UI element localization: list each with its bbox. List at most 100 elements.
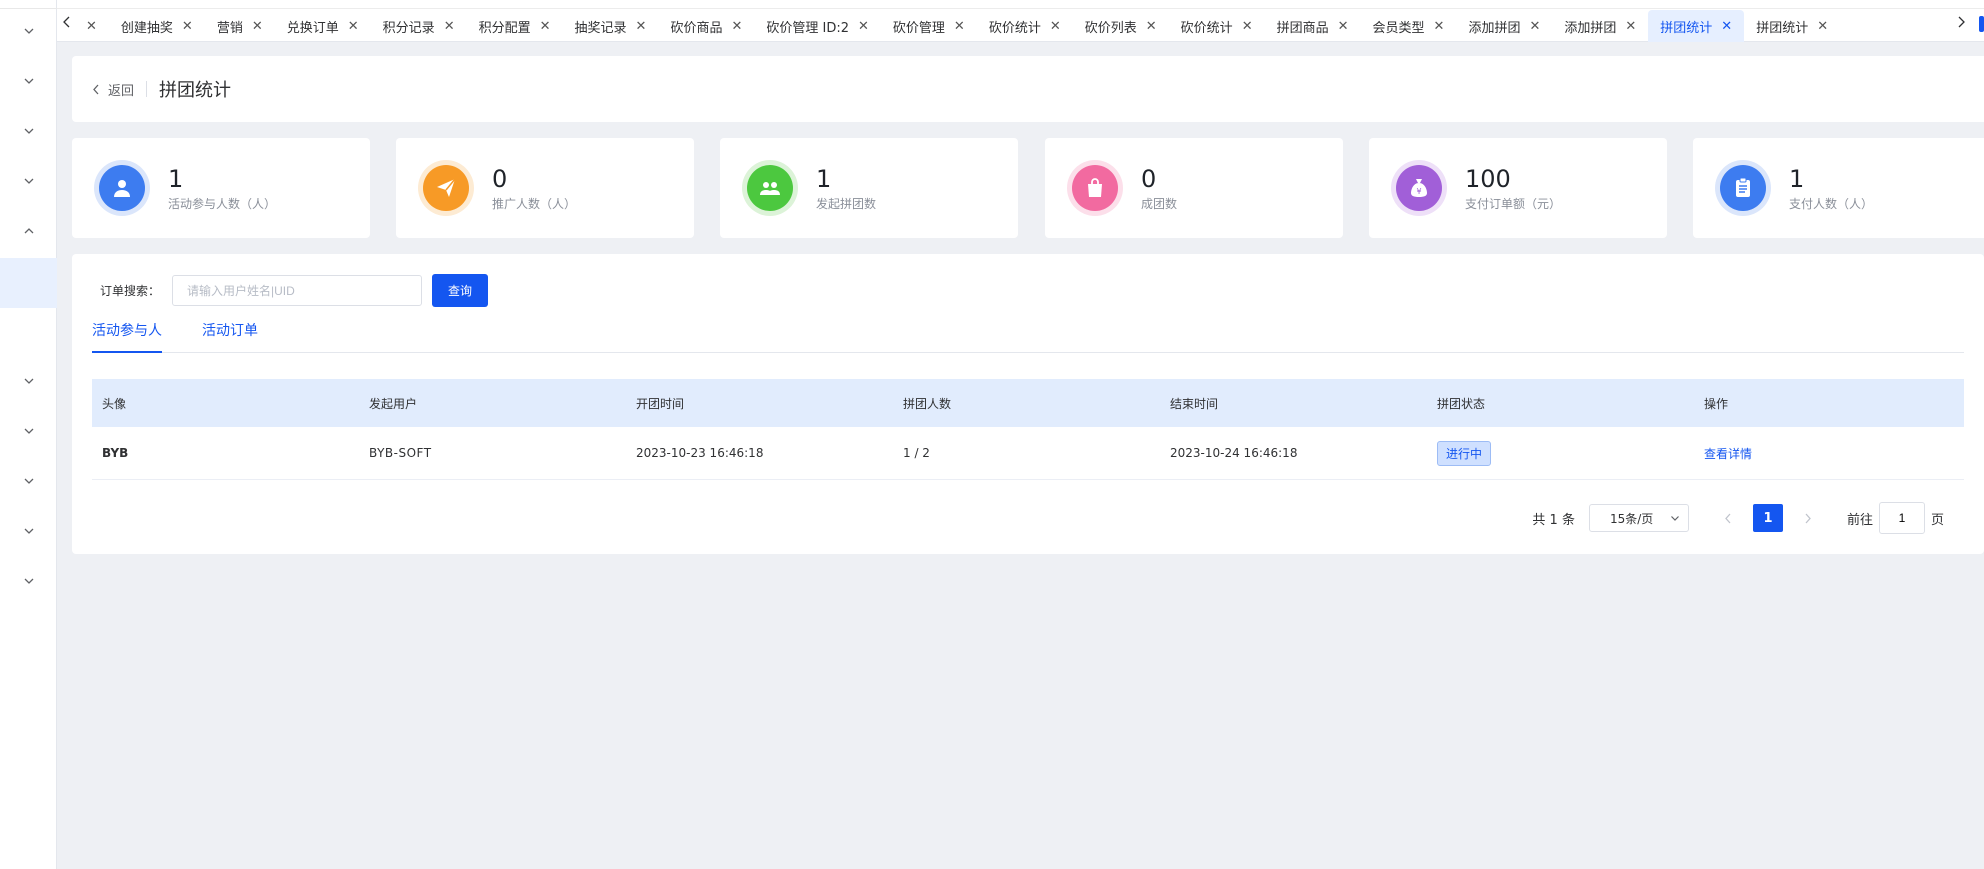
cell-group-count: 1 / 2 [903,446,930,460]
search-input[interactable] [172,275,422,306]
stat-label: 支付订单额（元） [1465,196,1562,211]
page-number-current[interactable]: 1 [1752,504,1783,532]
close-icon[interactable]: ✕ [1146,19,1157,34]
close-icon[interactable]: ✕ [1242,19,1253,34]
close-icon[interactable]: ✕ [954,19,965,34]
tab-item[interactable]: 添加拼团 ✕ [1456,10,1552,42]
stat-label: 成团数 [1141,196,1178,211]
close-icon[interactable]: ✕ [1625,19,1636,34]
chevron-down-icon [1671,516,1679,521]
chevron-down-icon [24,28,33,34]
page-size-select[interactable]: 15条/页 [1588,504,1689,532]
participants-table: 头像 发起用户 开团时间 拼团人数 结束时间 拼团状态 操作 BYB BYB-S… [92,379,1964,480]
close-icon[interactable]: ✕ [1721,19,1732,34]
stat-value: 0 [492,164,508,193]
tab-item[interactable]: 拼团统计 ✕ [1648,10,1745,42]
close-icon[interactable]: ✕ [444,19,455,34]
tab-item[interactable]: 积分配置 ✕ [467,10,563,42]
stat-card: 1 活动参与人数（人） [72,138,370,238]
goto-page-input[interactable] [1878,502,1925,534]
close-icon[interactable]: ✕ [731,19,742,34]
sidebar-menu-2[interactable] [0,56,57,106]
close-icon[interactable]: ✕ [540,19,551,34]
tab-item[interactable]: 砍价统计 ✕ [977,10,1073,42]
close-icon[interactable]: ✕ [1529,19,1540,34]
search-row: 订单搜索： 查询 [100,274,488,307]
sidebar-submenu-active[interactable] [0,258,57,308]
tab-label: 砍价商品 [670,20,723,36]
view-details-link[interactable]: 查看详情 [1704,447,1752,461]
money-bag-icon: ¥ [1411,179,1427,197]
query-button[interactable]: 查询 [432,274,488,307]
chevron-right-icon [1958,16,1965,28]
page-size-value: 15条/页 [1609,511,1654,526]
close-icon[interactable]: ✕ [1050,19,1061,34]
tabs-scroll-right-button[interactable] [1953,14,1969,30]
tab-item[interactable]: 兑换订单 ✕ [275,10,371,42]
stat-icon-ring: ¥ [1391,160,1447,216]
tab-participants[interactable]: 活动参与人 [92,318,162,353]
tab-item[interactable]: 砍价统计 ✕ [1169,10,1265,42]
tab-label: 添加拼团 [1468,20,1521,36]
svg-text:¥: ¥ [1416,187,1421,196]
tab-label: 拼团统计 [1660,20,1713,36]
close-icon[interactable]: ✕ [348,19,359,34]
sidebar-menu-10[interactable] [0,556,57,606]
back-button[interactable]: 返回 [92,81,148,99]
cell-action: 查看详情 [1694,445,1961,462]
sidebar-menu-4[interactable] [0,156,57,206]
sidebar-menu-5[interactable] [0,206,57,256]
stat-icon-circle [747,165,793,211]
column-header: 操作 [1704,396,1729,411]
tab-item[interactable]: 砍价管理 ✕ [881,10,977,42]
tab-item[interactable]: 添加拼团 ✕ [1552,10,1648,42]
tab-label: 砍价管理 ID:2 [766,20,849,36]
tab-item[interactable]: 砍价商品 ✕ [658,10,754,42]
sidebar-menu-7[interactable] [0,406,57,456]
close-icon[interactable]: ✕ [1434,19,1445,34]
tab-item[interactable]: 会员类型 ✕ [1361,10,1457,42]
tab-item[interactable]: 创建抽奖 ✕ [109,10,205,42]
tab-label: 砍价统计 [988,20,1041,36]
sidebar-menu-1[interactable] [0,6,57,56]
clipboard-icon [1736,177,1750,197]
tab-label: 兑换订单 [286,20,339,36]
stat-text: 1 支付人数（人） [1789,165,1873,212]
close-icon[interactable]: ✕ [858,19,869,34]
tab-item[interactable]: 拼团商品 ✕ [1265,10,1361,42]
prev-page-button[interactable] [1713,513,1743,524]
tab-item[interactable]: 抽奖记录 ✕ [563,10,659,42]
goto-label: 前往 [1846,512,1873,528]
chevron-right-icon [1805,513,1811,523]
sidebar-menu-3[interactable] [0,106,57,156]
sidebar-menu-8[interactable] [0,456,57,506]
close-icon[interactable]: ✕ [636,19,647,34]
tabs-scroll-left-button[interactable] [59,14,75,30]
next-page-button[interactable] [1793,513,1823,524]
tab-item[interactable]: 拼团统计 ✕ [1744,10,1840,42]
sidebar-menu-9[interactable] [0,506,57,556]
sidebar-menu-6[interactable] [0,356,57,406]
chevron-down-icon [24,478,33,484]
tab-item[interactable]: ✕ [77,10,109,42]
content-card: 订单搜索： 查询 活动参与人 活动订单 头像 发起用户 开团时间 拼团人数 结束… [72,254,1984,554]
close-icon[interactable]: ✕ [182,19,193,34]
tab-item[interactable]: 砍价列表 ✕ [1073,10,1169,42]
tab-orders[interactable]: 活动订单 [202,318,258,353]
close-icon[interactable]: ✕ [1338,19,1349,34]
avatar: BYB [102,446,129,460]
close-icon[interactable]: ✕ [86,19,97,34]
stat-text: 100 支付订单额（元） [1465,165,1561,212]
pagination: 共 1 条 15条/页 1 前往 页 [1532,502,1944,534]
tab-item[interactable]: 砍价管理 ID:2 ✕ [754,10,881,42]
stat-text: 1 发起拼团数 [816,165,876,212]
tab-item[interactable]: 积分记录 ✕ [371,10,467,42]
stat-value: 1 [816,164,832,193]
stat-icon-circle [1720,165,1766,211]
chevron-left-icon [93,84,99,94]
stat-icon-ring [1067,160,1123,216]
close-icon[interactable]: ✕ [252,19,263,34]
close-icon[interactable]: ✕ [1817,19,1828,34]
tab-item[interactable]: 营销 ✕ [205,10,275,42]
stat-value: 1 [168,164,184,193]
